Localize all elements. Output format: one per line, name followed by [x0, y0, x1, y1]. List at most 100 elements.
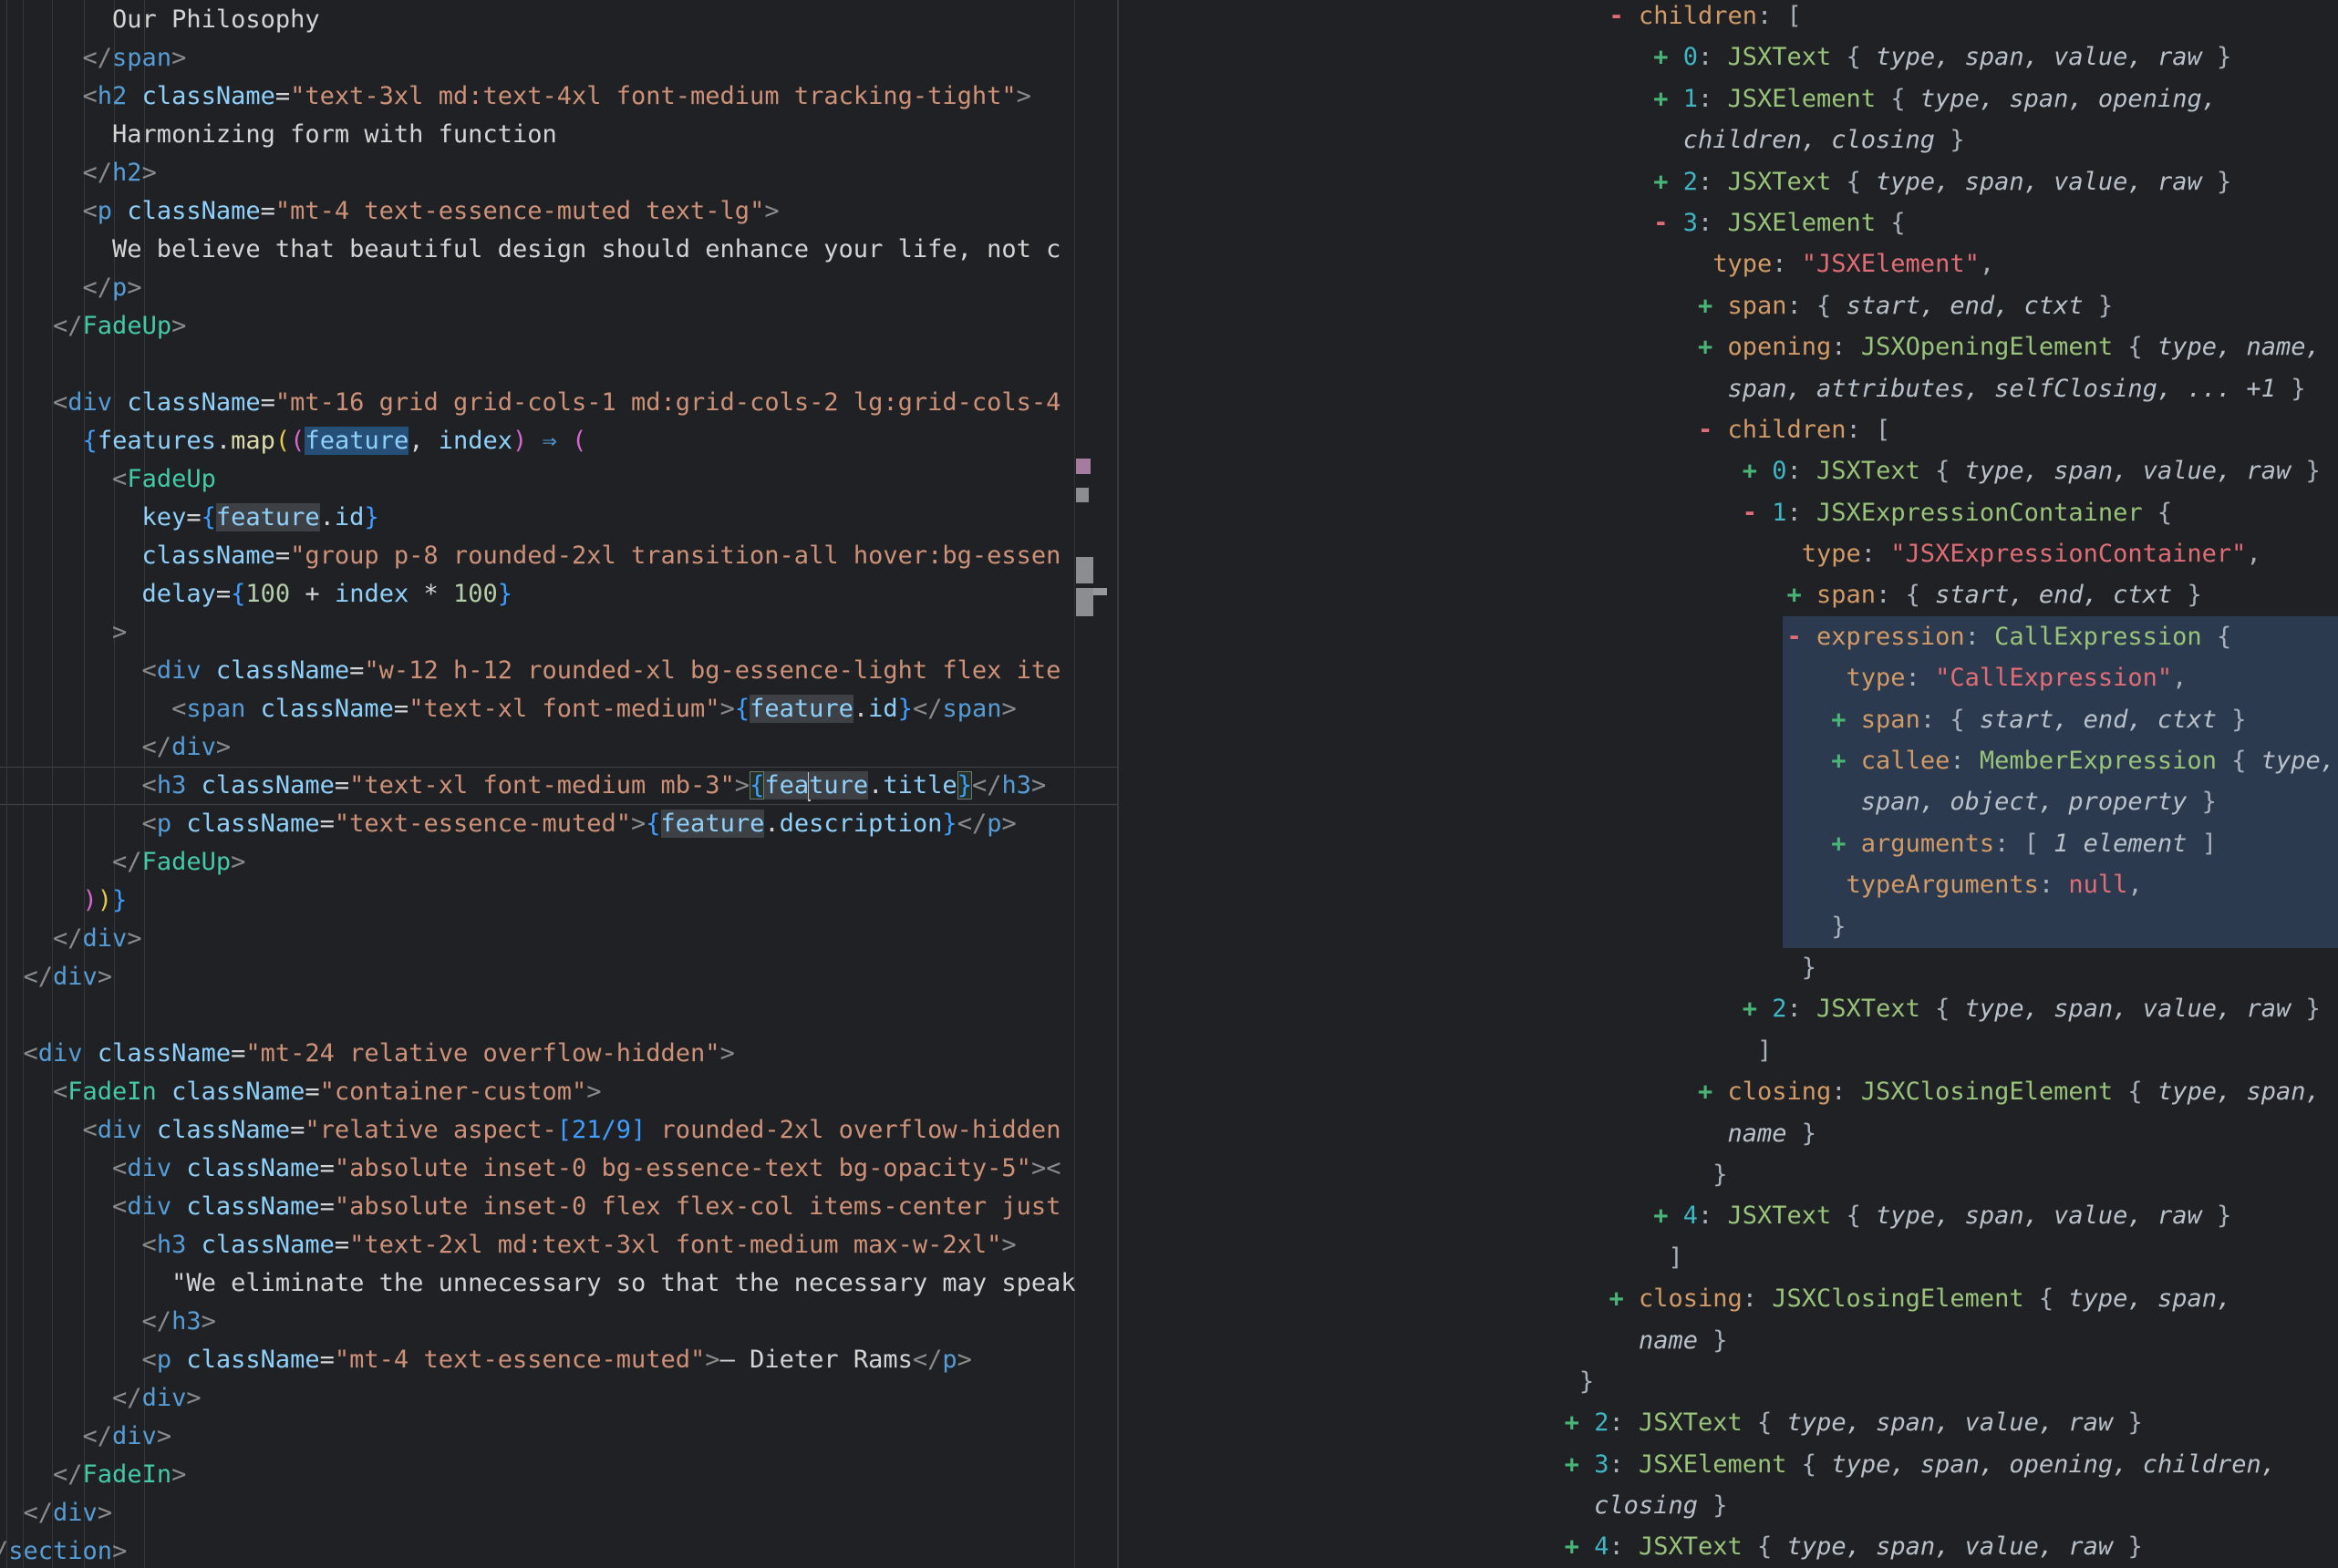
code-line[interactable]: <h2 className="text-3xl md:text-4xl font…	[0, 77, 1076, 116]
ast-row[interactable]: }	[1120, 947, 2335, 988]
ast-row[interactable]: closing }	[1120, 1485, 2335, 1526]
code-line[interactable]: <span className="text-xl font-medium">{f…	[0, 690, 1076, 728]
ast-row[interactable]: + arguments: [ 1 element ]	[1120, 823, 2335, 864]
expand-node-icon[interactable]: +	[1653, 43, 1668, 71]
ast-row[interactable]: children, closing }	[1120, 119, 2335, 160]
code-line[interactable]: </div>	[0, 920, 1076, 958]
expand-node-icon[interactable]: +	[1565, 1450, 1579, 1479]
ast-row[interactable]: + 1: JSXElement { type, span, opening,	[1120, 78, 2335, 119]
code-line[interactable]: We believe that beautiful design should …	[0, 231, 1076, 269]
ast-row[interactable]: + closing: JSXClosingElement { type, spa…	[1120, 1278, 2335, 1319]
code-line[interactable]	[0, 346, 1076, 384]
ast-row[interactable]: + 0: JSXText { type, span, value, raw }	[1120, 450, 2335, 491]
code-line[interactable]: </div>	[0, 1494, 1076, 1532]
ast-row[interactable]: + 2: JSXText { type, span, value, raw }	[1120, 1402, 2335, 1443]
code-line[interactable]: {features.map((feature, index) ⇒ (	[0, 422, 1076, 460]
expand-node-icon[interactable]: +	[1565, 1532, 1579, 1561]
expand-node-icon[interactable]: +	[1831, 706, 1846, 734]
expand-node-icon[interactable]: +	[1565, 1408, 1579, 1437]
ast-row[interactable]: ]	[1120, 1237, 2335, 1278]
ast-row[interactable]: span, object, property }	[1120, 781, 2335, 822]
code-line[interactable]: <h3 className="text-2xl md:text-3xl font…	[0, 1226, 1076, 1264]
pane-divider[interactable]	[1117, 0, 1119, 1568]
code-line[interactable]: <div className="relative aspect-[21/9] r…	[0, 1111, 1076, 1150]
ast-row[interactable]: + span: { start, end, ctxt }	[1120, 574, 2335, 615]
code-line[interactable]: key={feature.id}	[0, 499, 1076, 537]
expand-node-icon[interactable]: +	[1653, 85, 1668, 113]
code-editor-pane[interactable]: Our Philosophy </span> <h2 className="te…	[0, 0, 1117, 1568]
ast-tree[interactable]: - children: [ + 0: JSXText { type, span,…	[1120, 0, 2335, 1568]
expand-node-icon[interactable]: +	[1743, 995, 1757, 1023]
collapse-node-icon[interactable]: -	[1787, 623, 1802, 651]
source-code[interactable]: Our Philosophy </span> <h2 className="te…	[0, 1, 1076, 1568]
code-line[interactable]: </FadeUp>	[0, 843, 1076, 882]
collapse-node-icon[interactable]: -	[1653, 209, 1668, 237]
code-line[interactable]: </h2>	[0, 154, 1076, 192]
code-line[interactable]: Our Philosophy	[0, 1, 1076, 39]
ast-row[interactable]: + callee: MemberExpression { type,	[1120, 740, 2335, 781]
ast-row[interactable]: type: "CallExpression",	[1120, 657, 2335, 698]
code-line[interactable]: </div>	[0, 728, 1076, 767]
ast-row[interactable]: + 4: JSXText { type, span, value, raw }	[1120, 1195, 2335, 1236]
ast-row[interactable]: + span: { start, end, ctxt }	[1120, 699, 2335, 740]
collapse-node-icon[interactable]: -	[1609, 2, 1623, 30]
ast-row[interactable]: + 4: JSXText { type, span, value, raw }	[1120, 1526, 2335, 1567]
code-line[interactable]: </FadeUp>	[0, 307, 1076, 346]
ast-row[interactable]: }	[1120, 906, 2335, 947]
code-line[interactable]: delay={100 + index * 100}	[0, 575, 1076, 614]
ast-row[interactable]: + opening: JSXOpeningElement { type, nam…	[1120, 326, 2335, 367]
code-line[interactable]: <FadeUp	[0, 460, 1076, 499]
ast-row[interactable]: - 1: JSXExpressionContainer {	[1120, 492, 2335, 533]
ast-row[interactable]: + 0: JSXText { type, span, value, raw }	[1120, 36, 2335, 77]
expand-node-icon[interactable]: +	[1698, 292, 1712, 320]
code-line[interactable]: Harmonizing form with function	[0, 116, 1076, 154]
code-line[interactable]: <div className="w-12 h-12 rounded-xl bg-…	[0, 652, 1076, 690]
ast-row[interactable]: + 3: JSXElement { type, span, opening, c…	[1120, 1444, 2335, 1485]
code-line[interactable]: className="group p-8 rounded-2xl transit…	[0, 537, 1076, 575]
code-line[interactable]	[0, 996, 1076, 1035]
code-line[interactable]: <div className="mt-24 relative overflow-…	[0, 1035, 1076, 1073]
expand-node-icon[interactable]: +	[1698, 333, 1712, 361]
code-line[interactable]: <div className="mt-16 grid grid-cols-1 m…	[0, 384, 1076, 422]
expand-node-icon[interactable]: +	[1787, 581, 1802, 609]
ast-row[interactable]: }	[1120, 1154, 2335, 1195]
code-line[interactable]: </span>	[0, 39, 1076, 77]
code-line[interactable]: <h3 className="text-xl font-medium mb-3"…	[0, 767, 1076, 805]
code-line[interactable]: <p className="text-essence-muted">{featu…	[0, 805, 1076, 843]
expand-node-icon[interactable]: +	[1743, 457, 1757, 485]
code-line[interactable]: </div>	[0, 958, 1076, 996]
collapse-node-icon[interactable]: -	[1698, 416, 1712, 444]
code-line[interactable]: </FadeIn>	[0, 1456, 1076, 1494]
expand-node-icon[interactable]: +	[1609, 1284, 1623, 1313]
expand-node-icon[interactable]: +	[1653, 1202, 1668, 1230]
ast-row[interactable]: + 2: JSXText { type, span, value, raw }	[1120, 161, 2335, 202]
code-line[interactable]: <FadeIn className="container-custom">	[0, 1073, 1076, 1111]
code-line[interactable]: ))}	[0, 882, 1076, 920]
code-line[interactable]: <p className="mt-4 text-essence-muted te…	[0, 192, 1076, 231]
expand-node-icon[interactable]: +	[1698, 1078, 1712, 1106]
code-line[interactable]: <div className="absolute inset-0 bg-esse…	[0, 1150, 1076, 1188]
ast-row[interactable]: - children: [	[1120, 409, 2335, 450]
code-line[interactable]: >	[0, 614, 1076, 652]
code-line[interactable]: </h3>	[0, 1303, 1076, 1341]
code-line[interactable]: </div>	[0, 1379, 1076, 1418]
ast-tree-pane[interactable]: - children: [ + 0: JSXText { type, span,…	[1120, 0, 2338, 1568]
ast-row[interactable]: ]	[1120, 1030, 2335, 1071]
ast-row[interactable]: span, attributes, selfClosing, ... +1 }	[1120, 368, 2335, 409]
ast-row[interactable]: name }	[1120, 1320, 2335, 1361]
expand-node-icon[interactable]: +	[1831, 830, 1846, 858]
code-line[interactable]: /section>	[0, 1532, 1076, 1568]
code-line[interactable]: </p>	[0, 269, 1076, 307]
ast-row[interactable]: + 2: JSXText { type, span, value, raw }	[1120, 988, 2335, 1029]
ast-row[interactable]: type: "JSXElement",	[1120, 243, 2335, 284]
code-line[interactable]: </div>	[0, 1418, 1076, 1456]
ast-row[interactable]: name }	[1120, 1113, 2335, 1154]
ast-row[interactable]: - 3: JSXElement {	[1120, 202, 2335, 243]
collapse-node-icon[interactable]: -	[1743, 499, 1757, 527]
ast-row[interactable]: }	[1120, 1361, 2335, 1402]
expand-node-icon[interactable]: +	[1831, 747, 1846, 775]
ast-row[interactable]: type: "JSXExpressionContainer",	[1120, 533, 2335, 574]
expand-node-icon[interactable]: +	[1653, 168, 1668, 196]
code-line[interactable]: <div className="absolute inset-0 flex fl…	[0, 1188, 1076, 1226]
ast-row[interactable]: + closing: JSXClosingElement { type, spa…	[1120, 1071, 2335, 1112]
